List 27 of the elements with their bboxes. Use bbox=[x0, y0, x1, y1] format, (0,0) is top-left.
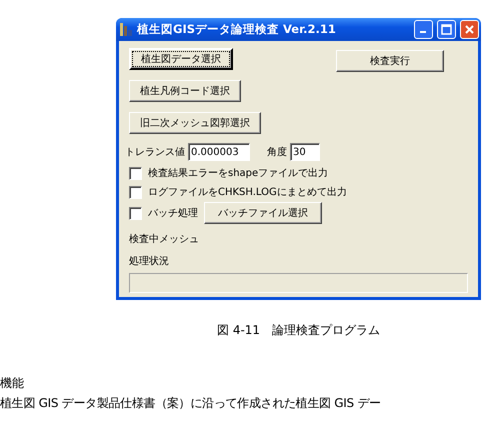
angle-label: 角度 bbox=[267, 146, 287, 159]
window-title: 植生図GISデータ論理検査 Ver.2.11 bbox=[137, 22, 337, 37]
app-icon bbox=[119, 22, 133, 37]
checkbox-label: ログファイルをCHKSH.LOGにまとめて出力 bbox=[148, 186, 347, 199]
close-icon bbox=[464, 24, 475, 35]
maximize-button[interactable] bbox=[437, 20, 456, 39]
batch-file-button[interactable]: バッチファイル選択 bbox=[204, 202, 322, 224]
figure-caption: 図 4-11 論理検査プログラム bbox=[217, 322, 382, 339]
maximize-icon bbox=[441, 24, 452, 35]
status-label: 検査中メッシュ bbox=[129, 232, 200, 246]
checkbox-label: バッチ処理 bbox=[148, 207, 198, 220]
angle-field[interactable]: 30 bbox=[290, 143, 320, 161]
section-heading: 機能 bbox=[0, 375, 25, 392]
minimize-button[interactable] bbox=[414, 20, 433, 39]
run-button[interactable]: 検査実行 bbox=[336, 50, 444, 72]
select-button[interactable]: 植生凡例コード選択 bbox=[129, 80, 241, 102]
select-button[interactable]: 旧二次メッシュ図郭選択 bbox=[129, 112, 261, 134]
select-button[interactable]: 植生図データ選択 bbox=[129, 48, 233, 70]
status-label: 処理状況 bbox=[129, 254, 170, 268]
tolerance-label: トレランス値 bbox=[125, 146, 185, 159]
close-button[interactable] bbox=[460, 20, 479, 39]
body-text: 植生図 GIS データ製品仕様書（案）に沿って作成された植生図 GIS デー bbox=[0, 395, 382, 412]
checkbox-label: 検査結果エラーをshapeファイルで出力 bbox=[148, 166, 328, 180]
tolerance-field[interactable]: 0.000003 bbox=[188, 143, 250, 161]
checkbox[interactable] bbox=[129, 186, 142, 198]
checkbox[interactable] bbox=[129, 206, 142, 220]
checkbox[interactable] bbox=[129, 166, 142, 180]
